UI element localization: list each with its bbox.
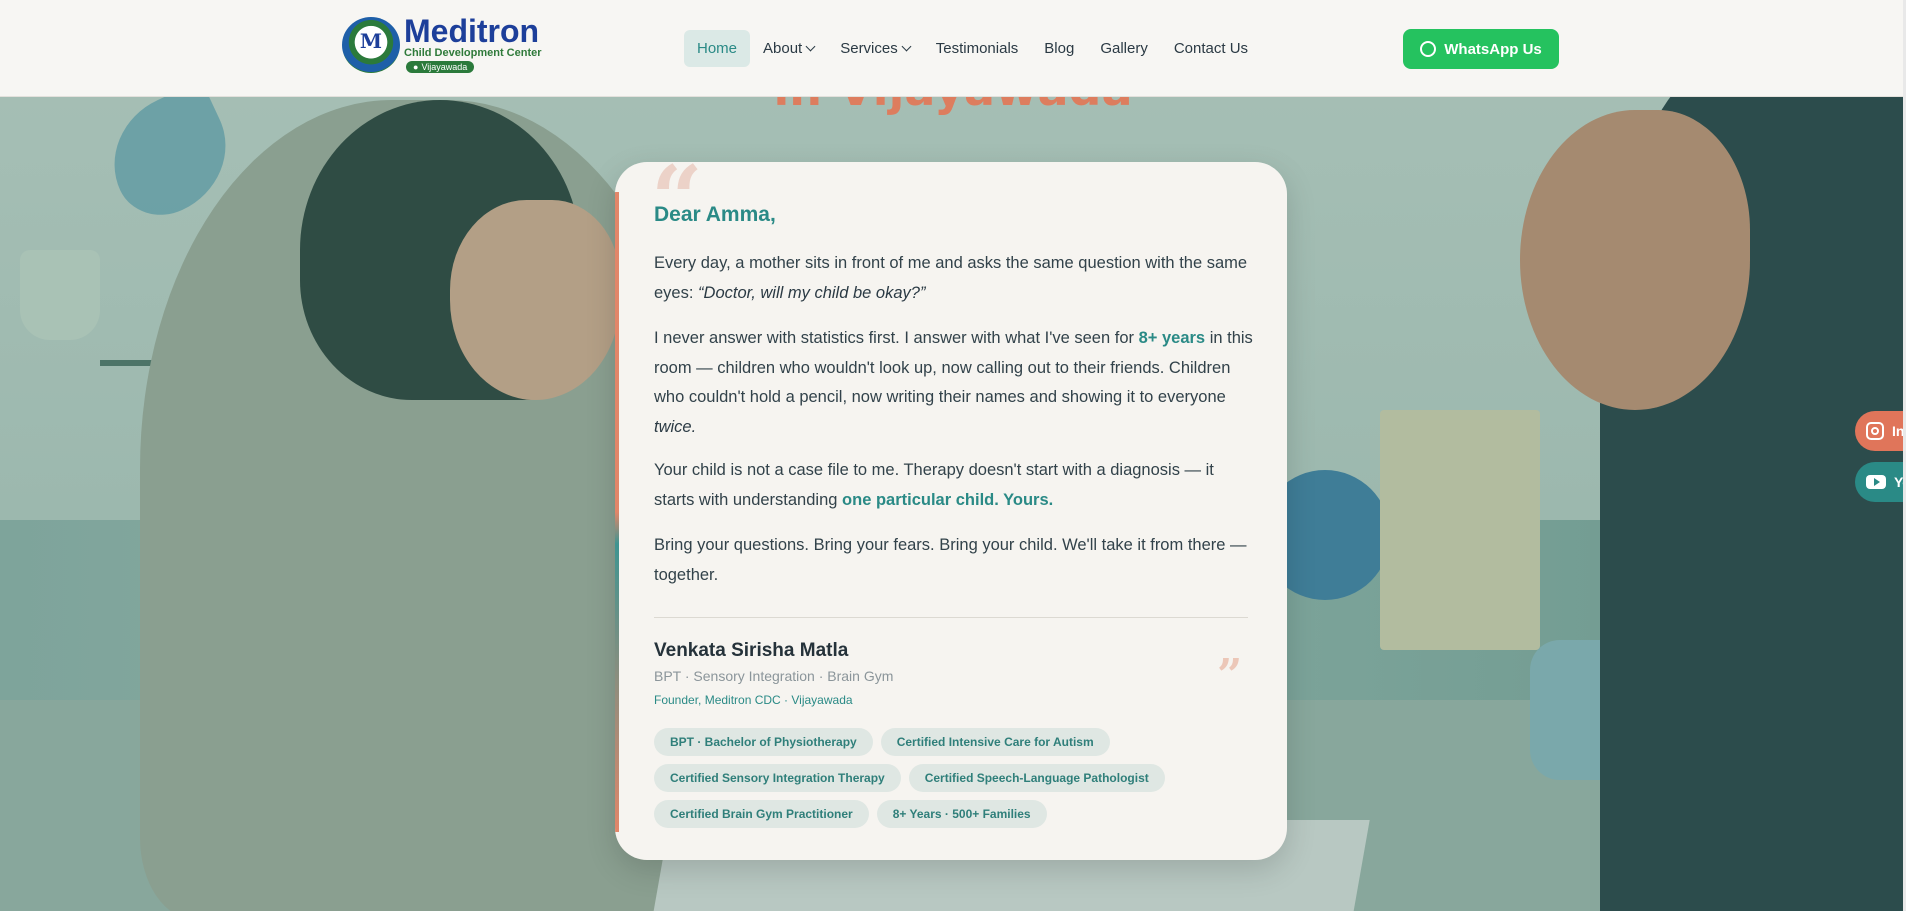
emphasis-twice: twice. xyxy=(654,417,697,436)
nav-item-label: Testimonials xyxy=(935,40,1019,57)
instagram-icon xyxy=(1866,422,1884,440)
location-pin-icon: ● xyxy=(413,62,419,72)
nav-item-gallery[interactable]: Gallery xyxy=(1087,30,1161,67)
site-header: M Meditron Child Development Center ● Vi… xyxy=(0,0,1906,97)
credential-tag: Certified Speech-Language Pathologist xyxy=(908,764,1165,792)
nav-item-about[interactable]: About xyxy=(750,30,827,67)
logo-badge-label: Vijayawada xyxy=(421,62,468,72)
main-nav: Home About Services Testimonials Blog Ga… xyxy=(684,30,1261,67)
letter-quote: “Doctor, will my child be okay?” xyxy=(698,283,926,302)
chevron-down-icon xyxy=(805,41,816,52)
years-highlight: 8+ years xyxy=(1138,329,1206,347)
nav-item-label: Gallery xyxy=(1100,40,1148,57)
logo-subtitle: Child Development Center xyxy=(404,47,542,59)
instagram-tab[interactable]: Instagram xyxy=(1855,411,1906,451)
divider xyxy=(654,617,1248,618)
nav-item-label: Contact Us xyxy=(1173,40,1249,57)
site-logo[interactable]: M Meditron Child Development Center ● Vi… xyxy=(342,13,542,73)
youtube-icon xyxy=(1866,475,1886,489)
child-highlight: one particular child. Yours. xyxy=(842,490,1054,509)
logo-emblem-icon: M xyxy=(342,16,400,73)
nav-item-label: Services xyxy=(840,40,898,57)
credential-tags: BPT · Bachelor of Physiotherapy Certifie… xyxy=(654,728,1214,828)
nav-item-home[interactable]: Home xyxy=(684,30,751,67)
nav-item-testimonials[interactable]: Testimonials xyxy=(923,30,1032,67)
letter-greeting: Dear Amma, xyxy=(654,203,776,226)
nav-item-label: Blog xyxy=(1044,40,1075,57)
letter-paragraph-3: Your child is not a case file to me. The… xyxy=(654,461,1214,509)
credential-tag: Certified Brain Gym Practitioner xyxy=(654,800,869,828)
nav-item-label: About xyxy=(763,40,803,57)
credential-tag: Certified Sensory Integration Therapy xyxy=(654,764,901,792)
signature-role: Founder, Meditron CDC · Vijayawada xyxy=(654,693,853,707)
nav-item-label: Home xyxy=(697,40,738,57)
chevron-down-icon xyxy=(901,41,912,52)
logo-location-badge: ● Vijayawada xyxy=(406,61,475,73)
credential-tag: Certified Intensive Care for Autism xyxy=(880,728,1110,756)
whatsapp-icon xyxy=(1420,41,1437,57)
letter-paragraph-2: I never answer with statistics first. I … xyxy=(654,329,1253,436)
youtube-tab[interactable]: YouTube xyxy=(1855,462,1906,502)
card-accent-bar xyxy=(615,192,619,832)
whatsapp-button-label: WhatsApp Us xyxy=(1444,40,1542,58)
signature-qualifications: BPT · Sensory Integration · Brain Gym xyxy=(654,668,894,684)
signature-name: Venkata Sirisha Matla xyxy=(654,640,849,661)
nav-item-blog[interactable]: Blog xyxy=(1031,30,1087,67)
founder-letter-card: “ Dear Amma, Every day, a mother sits in… xyxy=(615,162,1287,860)
letter-paragraph-1: Every day, a mother sits in front of me … xyxy=(654,254,1248,302)
nav-item-services[interactable]: Services xyxy=(827,30,923,67)
nav-item-contact[interactable]: Contact Us xyxy=(1161,30,1261,67)
close-quote-icon: ” xyxy=(1217,650,1243,701)
credential-tag: BPT · Bachelor of Physiotherapy xyxy=(654,728,873,756)
credential-tag: 8+ Years · 500+ Families xyxy=(876,800,1047,828)
logo-name: Meditron xyxy=(404,13,540,49)
letter-paragraph-4: Bring your questions. Bring your fears. … xyxy=(654,536,1247,584)
whatsapp-button[interactable]: WhatsApp Us xyxy=(1403,29,1559,69)
